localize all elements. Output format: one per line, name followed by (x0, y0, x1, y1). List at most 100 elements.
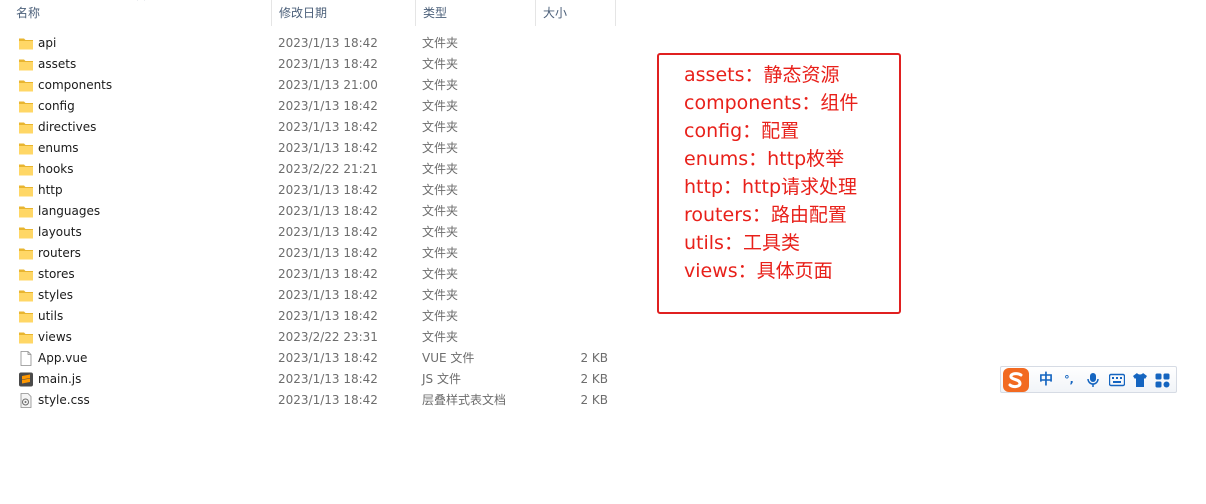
file-name: languages (38, 204, 101, 218)
folder-icon (19, 164, 33, 176)
file-name: directives (38, 120, 97, 134)
file-name: hooks (38, 162, 74, 176)
file-size (560, 201, 608, 222)
file-row[interactable]: layouts 2023/1/13 18:42 文件夹 (0, 222, 616, 243)
file-type: 文件夹 (422, 204, 459, 218)
file-name: styles (38, 288, 74, 302)
file-row[interactable]: languages 2023/1/13 18:42 文件夹 (0, 201, 616, 222)
annotation-line: assets：静态资源 (684, 64, 840, 86)
file-type: JS 文件 (422, 372, 461, 386)
sublime-text-icon (19, 372, 33, 387)
file-size: 2 KB (580, 393, 608, 407)
column-header-name[interactable]: 名称 (0, 0, 271, 26)
file-row[interactable]: components 2023/1/13 21:00 文件夹 (0, 75, 616, 96)
file-size (560, 285, 608, 306)
file-name: components (38, 78, 113, 92)
column-header-size[interactable]: 大小 (535, 0, 616, 26)
file-date-modified: 2023/2/22 23:31 (278, 330, 378, 344)
toolbox-icon[interactable] (1155, 373, 1170, 388)
file-size (560, 159, 608, 180)
file-name: main.js (38, 372, 82, 386)
file-date-modified: 2023/1/13 18:42 (278, 120, 378, 134)
file-date-modified: 2023/1/13 18:42 (278, 204, 378, 218)
ime-mode-chinese[interactable]: 中 (1037, 371, 1055, 389)
file-date-modified: 2023/1/13 18:42 (278, 36, 378, 50)
file-size (560, 264, 608, 285)
annotation-line: http：http请求处理 (684, 176, 858, 198)
file-name: style.css (38, 393, 90, 407)
file-date-modified: 2023/1/13 18:42 (278, 183, 378, 197)
file-type: 文件夹 (422, 288, 459, 302)
file-name: config (38, 99, 75, 113)
file-date-modified: 2023/1/13 18:42 (278, 351, 378, 365)
file-row[interactable]: hooks 2023/2/22 21:21 文件夹 (0, 159, 616, 180)
file-icon (20, 351, 32, 366)
sogou-logo-icon[interactable] (1002, 367, 1030, 393)
annotation-line: config：配置 (684, 120, 800, 142)
file-row[interactable]: utils 2023/1/13 18:42 文件夹 (0, 306, 616, 327)
file-row[interactable]: directives 2023/1/13 18:42 文件夹 (0, 117, 616, 138)
folder-icon (19, 38, 33, 50)
file-name: App.vue (38, 351, 88, 365)
file-name: stores (38, 267, 75, 281)
file-name: enums (38, 141, 79, 155)
file-size (560, 222, 608, 243)
file-date-modified: 2023/1/13 18:42 (278, 141, 378, 155)
file-row[interactable]: views 2023/2/22 23:31 文件夹 (0, 327, 616, 348)
file-row[interactable]: config 2023/1/13 18:42 文件夹 (0, 96, 616, 117)
folder-icon (19, 248, 33, 260)
file-type: 文件夹 (422, 78, 459, 92)
file-size (560, 96, 608, 117)
file-type: 文件夹 (422, 120, 459, 134)
file-size (560, 117, 608, 138)
file-date-modified: 2023/1/13 21:00 (278, 78, 378, 92)
file-row[interactable]: styles 2023/1/13 18:42 文件夹 (0, 285, 616, 306)
annotation-line: components：组件 (684, 92, 859, 114)
file-name: layouts (38, 225, 82, 239)
file-row[interactable]: stores 2023/1/13 18:42 文件夹 (0, 264, 616, 285)
file-type: 文件夹 (422, 330, 459, 344)
column-header-type[interactable]: 类型 (415, 0, 535, 26)
keyboard-icon[interactable] (1109, 373, 1125, 387)
annotation-line: enums：http枚举 (684, 148, 845, 170)
microphone-icon[interactable] (1086, 372, 1100, 388)
file-row[interactable]: routers 2023/1/13 18:42 文件夹 (0, 243, 616, 264)
file-row[interactable]: assets 2023/1/13 18:42 文件夹 (0, 54, 616, 75)
file-name: api (38, 36, 57, 50)
file-name: utils (38, 309, 64, 323)
folder-icon (19, 80, 33, 92)
file-size: 2 KB (580, 351, 608, 365)
file-type: 文件夹 (422, 246, 459, 260)
file-row[interactable]: http 2023/1/13 18:42 文件夹 (0, 180, 616, 201)
file-date-modified: 2023/1/13 18:42 (278, 393, 378, 407)
file-name: routers (38, 246, 81, 260)
file-row[interactable]: style.css 2023/1/13 18:42 层叠样式表文档 2 KB (0, 390, 616, 411)
folder-icon (19, 332, 33, 344)
file-date-modified: 2023/1/13 18:42 (278, 288, 378, 302)
folder-icon (19, 206, 33, 218)
folder-icon (19, 122, 33, 134)
file-type: 文件夹 (422, 99, 459, 113)
file-type: 文件夹 (422, 225, 459, 239)
file-size (560, 54, 608, 75)
file-size (560, 33, 608, 54)
file-row[interactable]: main.js 2023/1/13 18:42 JS 文件 2 KB (0, 369, 616, 390)
file-date-modified: 2023/1/13 18:42 (278, 309, 378, 323)
css-file-icon (20, 393, 32, 408)
file-size: 2 KB (580, 372, 608, 386)
file-row[interactable]: enums 2023/1/13 18:42 文件夹 (0, 138, 616, 159)
column-header-date[interactable]: 修改日期 (271, 0, 415, 26)
file-type: VUE 文件 (422, 351, 475, 365)
file-date-modified: 2023/1/13 18:42 (278, 99, 378, 113)
skin-shirt-icon[interactable] (1132, 372, 1148, 388)
folder-icon (19, 227, 33, 239)
file-date-modified: 2023/1/13 18:42 (278, 267, 378, 281)
annotation-line: views：具体页面 (684, 260, 833, 282)
ime-toolbar: 中 °, (1000, 366, 1177, 393)
file-row[interactable]: api 2023/1/13 18:42 文件夹 (0, 33, 616, 54)
file-size (560, 327, 608, 348)
folder-icon (19, 101, 33, 113)
file-type: 文件夹 (422, 57, 459, 71)
ime-punctuation-toggle[interactable]: °, (1059, 371, 1079, 389)
file-row[interactable]: App.vue 2023/1/13 18:42 VUE 文件 2 KB (0, 348, 616, 369)
